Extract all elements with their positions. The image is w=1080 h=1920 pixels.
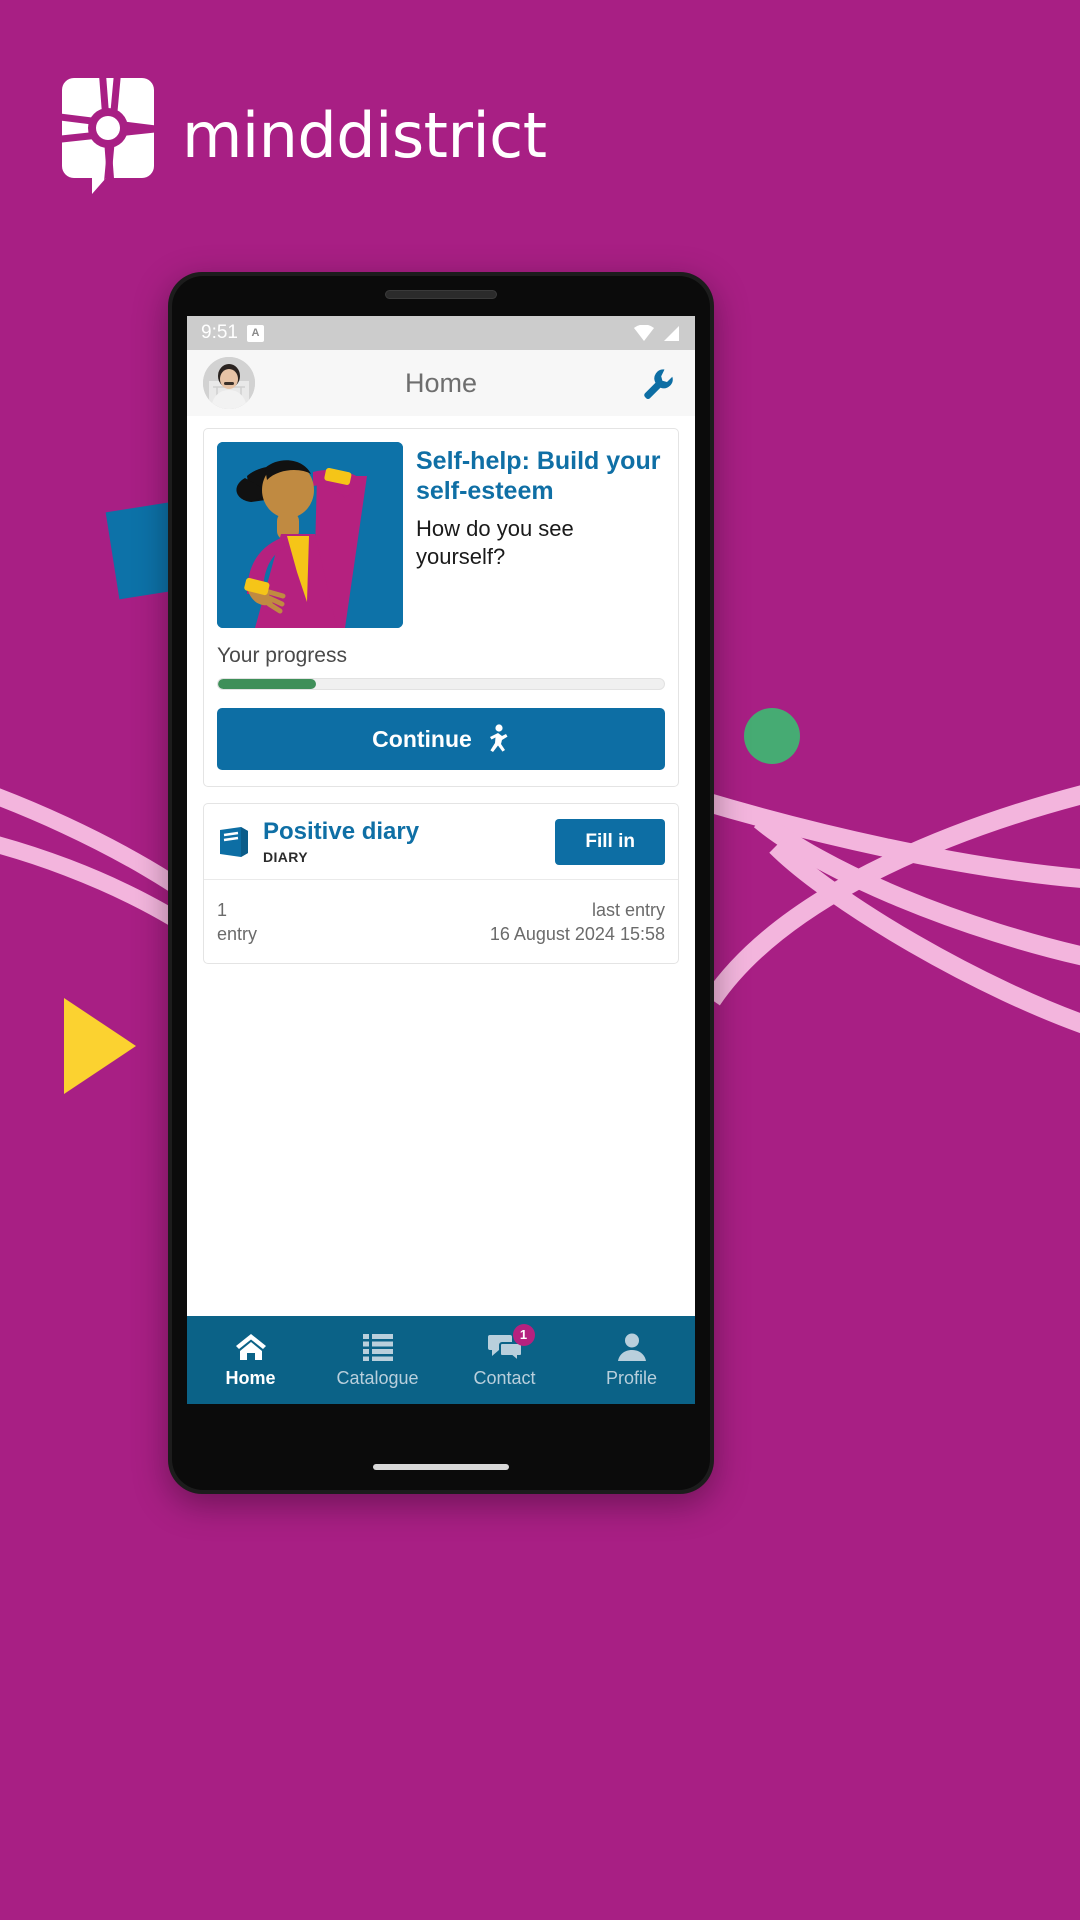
self-esteem-illustration xyxy=(217,442,403,628)
decorative-green-circle xyxy=(744,708,800,764)
user-avatar-icon xyxy=(203,357,255,409)
nav-label-catalogue: Catalogue xyxy=(336,1367,419,1388)
minddistrict-logo-icon xyxy=(62,78,154,194)
phone-mockup: 9:51 A Home Self-help: Build your self-e… xyxy=(168,272,714,1494)
progress-bar xyxy=(217,678,665,690)
diary-kind-label: DIARY xyxy=(263,849,309,865)
cell-signal-icon xyxy=(664,325,679,341)
phone-screen: 9:51 A Home Self-help: Build your self-e… xyxy=(187,316,695,1404)
diary-last-entry-value: 16 August 2024 15:58 xyxy=(489,924,665,945)
page-title: Home xyxy=(404,367,478,398)
brand-logo: minddistrict xyxy=(62,78,547,194)
brand-wordmark: minddistrict xyxy=(182,99,547,172)
diary-title[interactable]: Positive diary xyxy=(263,818,543,846)
continue-button-label: Continue xyxy=(372,725,472,752)
diary-card[interactable]: Positive diary DIARY Fill in 1 entry las… xyxy=(203,803,679,964)
diary-entry-count-block: 1 entry xyxy=(217,898,257,947)
progress-bar-fill xyxy=(218,679,317,689)
status-bar-app-badge: A xyxy=(246,324,264,342)
contact-unread-badge: 1 xyxy=(512,1323,535,1346)
decorative-yellow-triangle xyxy=(64,998,136,1094)
diary-card-header: Positive diary DIARY Fill in xyxy=(204,804,678,880)
avatar[interactable] xyxy=(203,357,255,409)
status-bar-left: 9:51 A xyxy=(201,322,264,344)
status-bar-right xyxy=(633,324,681,342)
person-icon xyxy=(617,1333,646,1361)
diary-last-entry-block: last entry 16 August 2024 15:58 xyxy=(490,898,665,947)
diary-card-titles: Positive diary DIARY xyxy=(263,818,543,865)
diary-entry-count-label: entry xyxy=(217,924,258,945)
walking-person-icon xyxy=(489,724,508,752)
continue-button[interactable]: Continue xyxy=(217,708,665,770)
status-bar: 9:51 A xyxy=(187,316,695,350)
phone-speaker xyxy=(385,290,497,299)
self-help-title[interactable]: Self-help: Build your self-esteem xyxy=(416,446,665,506)
wifi-icon xyxy=(634,324,654,341)
self-help-card-text: Self-help: Build your self-esteem How do… xyxy=(416,442,665,628)
nav-icon-wrapper xyxy=(617,1332,646,1362)
bottom-navigation: Home Catalogue 1 Contact Profile xyxy=(187,1316,695,1404)
diary-book-icon xyxy=(220,826,248,857)
nav-item-contact[interactable]: 1 Contact xyxy=(441,1316,568,1404)
progress-label: Your progress xyxy=(217,644,347,667)
self-help-card-top: Self-help: Build your self-esteem How do… xyxy=(204,429,678,628)
home-indicator xyxy=(373,1464,509,1470)
status-bar-clock: 9:51 xyxy=(201,322,238,343)
home-icon xyxy=(235,1333,266,1360)
nav-item-catalogue[interactable]: Catalogue xyxy=(314,1316,441,1404)
wrench-icon xyxy=(644,369,673,399)
nav-label-home: Home xyxy=(225,1367,276,1388)
app-header: Home xyxy=(187,350,695,416)
self-esteem-illustration-icon xyxy=(217,442,403,628)
self-help-card[interactable]: Self-help: Build your self-esteem How do… xyxy=(203,428,679,787)
nav-icon-wrapper: 1 xyxy=(487,1323,535,1362)
diary-card-footer: 1 entry last entry 16 August 2024 15:58 xyxy=(204,880,678,963)
main-content: Self-help: Build your self-esteem How do… xyxy=(187,416,695,1316)
nav-icon-wrapper xyxy=(235,1332,267,1362)
diary-last-entry-label: last entry xyxy=(591,900,665,920)
nav-label-contact: Contact xyxy=(473,1367,536,1388)
self-help-subtitle: How do you see yourself? xyxy=(416,516,574,569)
nav-label-profile: Profile xyxy=(605,1367,658,1388)
fill-in-button[interactable]: Fill in xyxy=(555,818,665,865)
nav-item-home[interactable]: Home xyxy=(187,1316,314,1404)
settings-wrench-button[interactable] xyxy=(637,362,679,404)
nav-item-profile[interactable]: Profile xyxy=(568,1316,695,1404)
list-icon xyxy=(362,1333,393,1361)
diary-entry-count: 1 xyxy=(217,900,228,920)
nav-icon-wrapper xyxy=(362,1332,393,1362)
